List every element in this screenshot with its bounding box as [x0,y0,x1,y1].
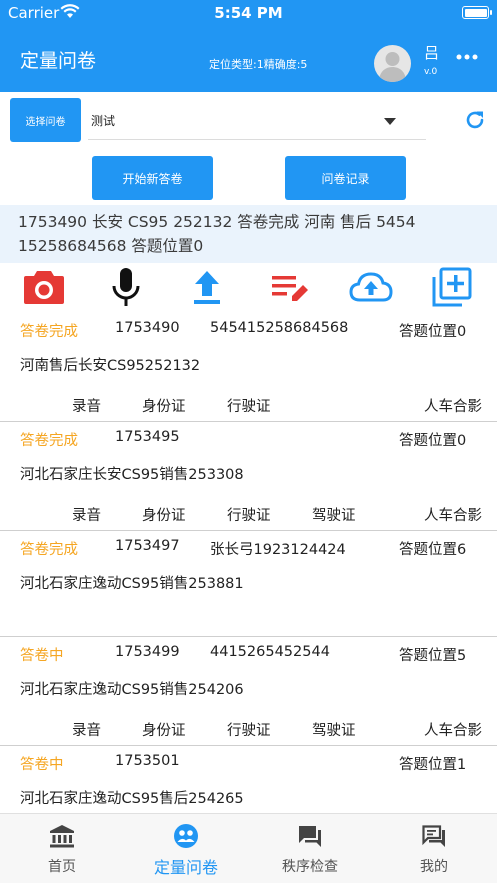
tab-label: 我的 [420,859,448,875]
record-status: 答卷完成 [20,433,78,449]
record-name: 河北石家庄逸动CS95售后254265 [20,791,244,807]
attachment-audio[interactable]: 录音 [72,395,101,416]
tab-order-check[interactable]: 秩序检查 [248,814,372,883]
questionnaire-records-button[interactable]: 问卷记录 [285,156,406,200]
attachment-vehicle-license[interactable]: 行驶证 [227,719,271,740]
record-id: 1753495 [115,429,180,445]
battery-tip [490,10,492,15]
chevron-down-icon [384,118,396,125]
record-list: 答卷完成 1753490 545415258684568 答题位置0 河南售后长… [0,313,497,813]
chat-outline-icon [422,825,445,847]
record-phone: 545415258684568 [210,320,349,336]
camera-icon[interactable] [22,265,66,309]
attachment-id-card[interactable]: 身份证 [142,504,186,525]
list-item[interactable]: 答卷中 1753501 答题位置1 河北石家庄逸动CS95售后254265 [0,746,497,813]
attachment-driver-license[interactable]: 驾驶证 [312,504,356,525]
app-header: 定量问卷 定位类型:1精确度:5 吕 v.0 [0,26,497,92]
page-title: 定量问卷 [20,50,97,72]
tab-home[interactable]: 首页 [0,814,124,883]
status-bar: Carrier 5:54 PM [0,0,497,26]
user-silhouette-icon [379,52,406,82]
attachment-person-car-photo[interactable]: 人车合影 [424,395,482,416]
record-name: 河北石家庄逸动CS95销售254206 [20,682,244,698]
attachment-id-card[interactable]: 身份证 [142,395,186,416]
questionnaire-selector: 选择问卷 测试 [0,92,497,148]
record-position: 答题位置0 [399,433,467,449]
tab-mine[interactable]: 我的 [372,814,496,883]
list-item[interactable]: 答卷完成 1753495 答题位置0 河北石家庄长安CS95销售253308 录… [0,422,497,531]
user-name: 吕 [424,44,440,62]
record-id: 1753501 [115,753,180,769]
record-position: 答题位置6 [399,542,467,558]
cloud-upload-icon[interactable] [348,265,393,309]
record-status: 答卷完成 [20,542,78,558]
refresh-icon[interactable] [463,108,487,132]
questionnaire-dropdown[interactable]: 测试 [88,100,426,140]
record-position: 答题位置0 [399,324,467,340]
bank-icon [50,825,74,848]
attachment-audio[interactable]: 录音 [72,719,101,740]
list-item[interactable]: 答卷完成 1753497 张长弓1923124424 答题位置6 河北石家庄逸动… [0,531,497,637]
record-position: 答题位置5 [399,648,467,664]
edit-list-icon[interactable] [268,265,312,309]
attachment-vehicle-license[interactable]: 行驶证 [227,395,271,416]
record-position: 答题位置1 [399,757,467,773]
location-info: 定位类型:1精确度:5 [209,58,308,71]
clock: 5:54 PM [214,4,283,22]
survey-icon [174,824,198,848]
microphone-icon[interactable] [104,265,148,309]
record-name: 河北石家庄逸动CS95销售253881 [20,576,244,592]
current-record-text: 1753490 长安 CS95 252132 答卷完成 河南 售后 5454 1… [18,213,416,255]
bottom-tab-bar: 首页 定量问卷 秩序检查 我的 [0,813,497,883]
record-phone: 4415265452544 [210,644,330,660]
list-item[interactable]: 答卷中 1753499 4415265452544 答题位置5 河北石家庄逸动C… [0,637,497,746]
attachment-id-card[interactable]: 身份证 [142,719,186,740]
record-id: 1753490 [115,320,180,336]
start-new-answer-button[interactable]: 开始新答卷 [92,156,213,200]
attachment-person-car-photo[interactable]: 人车合影 [424,719,482,740]
list-item[interactable]: 答卷完成 1753490 545415258684568 答题位置0 河南售后长… [0,313,497,422]
media-toolbar [0,263,497,313]
upload-icon[interactable] [185,265,229,309]
tab-survey[interactable]: 定量问卷 [124,814,248,883]
record-name: 河北石家庄长安CS95销售253308 [20,467,244,483]
tab-label: 首页 [48,859,76,875]
dropdown-value: 测试 [91,114,116,128]
record-status: 答卷中 [20,757,64,773]
tab-label: 定量问卷 [153,858,218,877]
attachment-vehicle-license[interactable]: 行驶证 [227,504,271,525]
version-label: v.0 [424,67,438,77]
record-status: 答卷中 [20,648,64,664]
tab-label: 秩序检查 [282,859,338,875]
add-box-icon[interactable] [430,265,474,309]
current-record-info: 1753490 长安 CS95 252132 答卷完成 河南 售后 5454 1… [0,205,497,263]
battery-icon [462,6,489,19]
record-name: 河南售后长安CS95252132 [20,358,201,374]
attachment-driver-license[interactable]: 驾驶证 [312,719,356,740]
record-phone: 张长弓1923124424 [210,542,346,558]
attachment-audio[interactable]: 录音 [72,504,101,525]
record-status: 答卷完成 [20,324,78,340]
select-questionnaire-button[interactable]: 选择问卷 [10,98,81,142]
chat-icon [299,826,321,847]
record-id: 1753499 [115,644,180,660]
attachment-person-car-photo[interactable]: 人车合影 [424,504,482,525]
avatar[interactable] [374,45,411,82]
record-id: 1753497 [115,538,180,554]
more-dots-icon[interactable] [456,46,478,74]
